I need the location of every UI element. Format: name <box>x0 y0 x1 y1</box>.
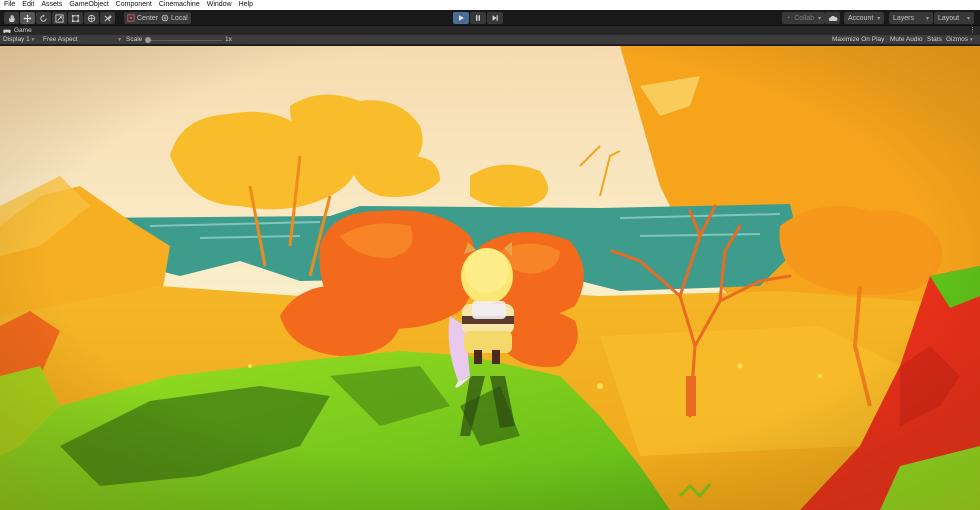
gizmos-label: Gizmos <box>946 36 969 43</box>
scale-slider-handle[interactable] <box>145 37 151 43</box>
hand-tool-button[interactable] <box>4 12 19 24</box>
menu-help[interactable]: Help <box>239 0 253 10</box>
pause-icon <box>476 15 480 21</box>
gizmos-dropdown[interactable]: Gizmos ▾ <box>946 35 973 45</box>
stats-toggle[interactable]: Stats <box>927 35 942 45</box>
game-viewport[interactable] <box>0 46 980 510</box>
menu-gameobject[interactable]: GameObject <box>69 0 108 10</box>
playmode-controls <box>453 12 503 24</box>
transform-tool-icon <box>87 14 96 22</box>
pivot-mode-toggle[interactable]: Center <box>124 12 162 24</box>
scale-tool-button[interactable] <box>52 12 67 24</box>
tab-game[interactable]: Game <box>0 26 32 35</box>
pivot-rotation-label: Local <box>171 14 188 22</box>
play-icon <box>459 15 464 21</box>
hand-tool-icon <box>8 14 15 22</box>
pivot-mode-label: Center <box>137 14 159 22</box>
layout-dropdown[interactable]: Layout ▾ <box>934 12 975 24</box>
menu-window[interactable]: Window <box>207 0 232 10</box>
maximize-on-play-toggle[interactable]: Maximize On Play <box>832 35 884 45</box>
rect-tool-icon <box>71 14 80 22</box>
window-options-icon[interactable]: ⋮ <box>969 26 976 35</box>
pivot-rotation-toggle[interactable]: Local <box>158 12 191 24</box>
menu-edit[interactable]: Edit <box>22 0 34 10</box>
move-tool-icon <box>23 13 32 23</box>
step-icon <box>492 15 498 21</box>
game-scene <box>0 46 980 510</box>
scale-tool-icon <box>55 13 64 23</box>
transform-tools <box>4 12 115 24</box>
transform-tool-button[interactable] <box>84 12 99 24</box>
mute-audio-toggle[interactable]: Mute Audio <box>890 35 923 45</box>
display-dropdown[interactable]: Display 1 ▾ <box>3 35 34 45</box>
layout-label: Layout <box>938 14 960 22</box>
custom-tool-icon <box>104 14 112 22</box>
cloud-button[interactable] <box>825 12 840 24</box>
rotate-tool-button[interactable] <box>36 12 51 24</box>
play-button[interactable] <box>453 12 469 24</box>
move-tool-button[interactable] <box>20 12 35 24</box>
chevron-down-icon: ▾ <box>818 15 822 22</box>
cloud-icon <box>828 15 837 21</box>
step-button[interactable] <box>487 12 503 24</box>
collab-label: Collab <box>794 14 815 22</box>
chevron-down-icon: ▾ <box>967 15 971 22</box>
game-window-tabbar: Game ⋮ <box>0 26 980 35</box>
chevron-down-icon: ▾ <box>877 15 881 22</box>
menu-component[interactable]: Component <box>116 0 152 10</box>
chevron-down-icon: ▾ <box>31 37 35 43</box>
custom-tool-button[interactable] <box>100 12 115 24</box>
scale-slider-track[interactable] <box>146 39 222 41</box>
layers-dropdown[interactable]: Layers ▾ <box>889 12 934 24</box>
pause-button[interactable] <box>470 12 486 24</box>
display-label: Display 1 <box>3 36 30 43</box>
main-toolbar: Center Local ◔ Collab ▾ Account ▾ Layers… <box>0 10 980 26</box>
account-dropdown[interactable]: Account ▾ <box>844 12 885 24</box>
tab-game-label: Game <box>14 27 32 34</box>
aspect-label: Free Aspect <box>43 36 78 43</box>
gamepad-icon <box>3 29 11 33</box>
chevron-down-icon: ▾ <box>118 37 121 43</box>
menu-file[interactable]: File <box>4 0 15 10</box>
pivot-center-icon <box>127 14 135 22</box>
local-space-icon <box>161 14 169 22</box>
menu-cinemachine[interactable]: Cinemachine <box>159 0 200 10</box>
chevron-down-icon: ▾ <box>926 15 930 22</box>
scale-value: 1x <box>225 36 232 43</box>
account-label: Account <box>848 14 874 22</box>
collab-icon: ◔ <box>786 14 791 22</box>
scale-label: Scale <box>126 36 143 43</box>
aspect-dropdown[interactable]: Free Aspect ▾ <box>43 35 123 45</box>
menu-bar: File Edit Assets GameObject Component Ci… <box>0 0 980 10</box>
game-view-toolbar: Display 1 ▾ Free Aspect ▾ Scale 1x Maxim… <box>0 35 980 45</box>
collab-dropdown[interactable]: ◔ Collab ▾ <box>782 12 826 24</box>
menu-assets[interactable]: Assets <box>41 0 62 10</box>
rect-tool-button[interactable] <box>68 12 83 24</box>
rotate-tool-icon <box>40 13 47 22</box>
chevron-down-icon: ▾ <box>969 37 973 43</box>
layers-label: Layers <box>893 14 915 22</box>
